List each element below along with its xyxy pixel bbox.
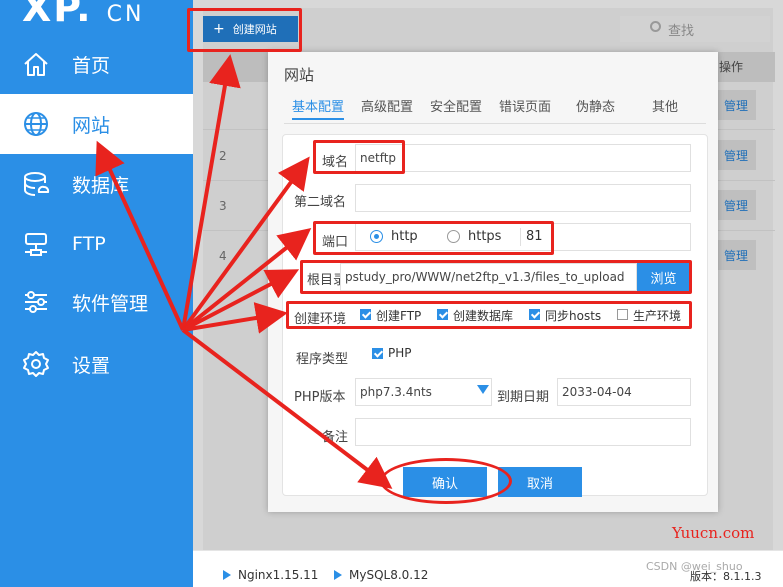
- sliders-icon: [22, 288, 50, 316]
- globe-icon: [22, 110, 50, 138]
- checkbox-php[interactable]: [372, 348, 383, 359]
- note-input[interactable]: [355, 418, 691, 446]
- home-icon: [22, 50, 50, 78]
- search-icon: [650, 21, 661, 32]
- chevron-down-icon: [477, 385, 489, 394]
- dialog-title: 网站: [284, 66, 315, 84]
- manage-button[interactable]: 管理: [716, 90, 756, 120]
- second-domain-label: 第二域名: [294, 195, 347, 210]
- database-icon: [22, 170, 50, 198]
- row-number: 3: [219, 199, 227, 213]
- domain-input[interactable]: netftp: [355, 144, 691, 172]
- tab-rewrite[interactable]: 伪静态: [576, 96, 615, 115]
- php-version-label: PHP版本: [294, 390, 346, 405]
- sidebar-item-label: 数据库: [72, 174, 130, 197]
- checkbox-php-label: PHP: [388, 346, 412, 360]
- sidebar-item-software[interactable]: 软件管理: [0, 272, 193, 332]
- sidebar-item-home[interactable]: 首页: [0, 34, 193, 94]
- sidebar-item-label: 网站: [72, 114, 111, 137]
- sidebar-item-database[interactable]: 数据库: [0, 154, 193, 214]
- sidebar-item-ftp[interactable]: FTP: [0, 214, 193, 274]
- expire-date-label: 到期日期: [497, 390, 550, 405]
- manage-button[interactable]: 管理: [716, 190, 756, 220]
- manage-button[interactable]: 管理: [716, 240, 756, 270]
- watermark-csdn: CSDN @wei_shuo: [646, 560, 743, 573]
- play-icon: [334, 570, 342, 580]
- note-label: 备注: [322, 430, 349, 445]
- dialog-tabs: 基本配置 高级配置 安全配置 错误页面 伪静态 其他: [284, 96, 704, 122]
- second-domain-input[interactable]: [355, 184, 691, 212]
- tab-advanced[interactable]: 高级配置: [361, 96, 413, 115]
- annotation-box-port: [313, 221, 554, 255]
- column-header-actions: 操作: [719, 60, 744, 74]
- manage-button[interactable]: 管理: [716, 140, 756, 170]
- mysql-status[interactable]: MySQL8.0.12: [334, 568, 428, 582]
- search-input[interactable]: 查找: [620, 16, 770, 42]
- row-number: 2: [219, 149, 227, 163]
- row-number: 4: [219, 249, 227, 263]
- sidebar-item-label: 软件管理: [72, 292, 149, 315]
- annotation-box-root: [300, 260, 692, 294]
- sidebar-item-label: FTP: [72, 233, 106, 255]
- play-icon: [223, 570, 231, 580]
- tab-other[interactable]: 其他: [652, 96, 678, 115]
- gear-icon: [22, 350, 50, 378]
- tab-security[interactable]: 安全配置: [430, 96, 482, 115]
- tab-divider: [284, 123, 706, 124]
- expire-date-input[interactable]: 2033-04-04: [557, 378, 691, 406]
- annotation-ellipse-confirm: [380, 458, 512, 504]
- annotation-box-env: [286, 301, 692, 329]
- sidebar-item-label: 设置: [72, 354, 111, 377]
- program-type-label: 程序类型: [296, 352, 349, 367]
- nginx-status[interactable]: Nginx1.15.11: [223, 568, 318, 582]
- php-version-select[interactable]: php7.3.4nts: [355, 378, 492, 406]
- logo: XP. CN: [22, 0, 145, 30]
- sidebar-item-website[interactable]: 网站: [0, 94, 193, 154]
- annotation-box-add-site: [187, 8, 302, 52]
- annotation-box-domain: [313, 140, 405, 174]
- sidebar-item-label: 首页: [72, 54, 111, 77]
- watermark-yuucn: Yuucn.com: [672, 524, 755, 542]
- tab-basic[interactable]: 基本配置: [292, 96, 345, 120]
- ftp-icon: [22, 230, 50, 258]
- tab-error-pages[interactable]: 错误页面: [499, 96, 551, 115]
- sidebar: XP. CN 首页 网站 数据库 FTP 软件管理 设置: [0, 0, 193, 587]
- sidebar-item-settings[interactable]: 设置: [0, 334, 193, 394]
